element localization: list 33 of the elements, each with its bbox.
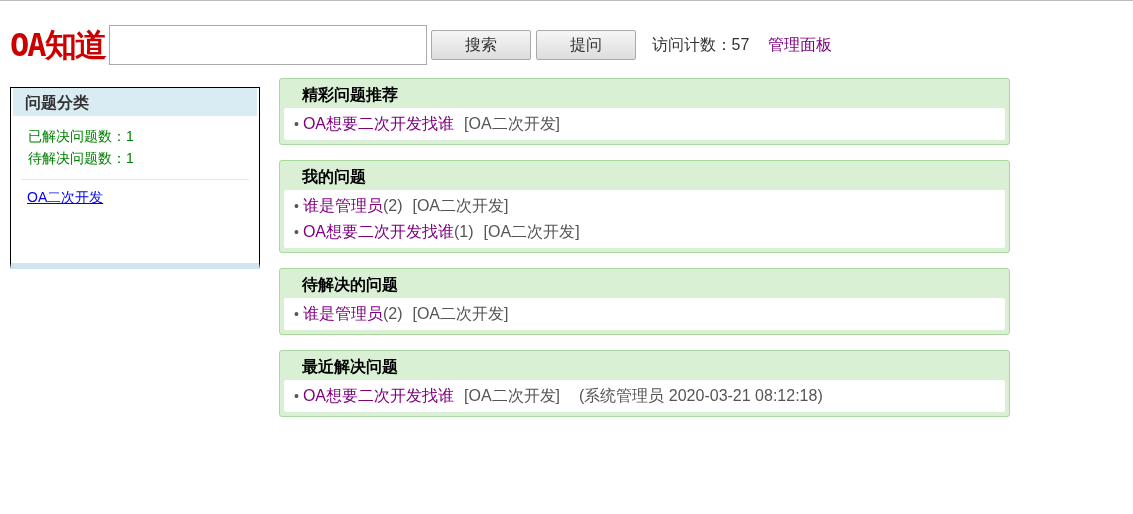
question-link[interactable]: 谁是管理员 (302, 303, 383, 325)
panel-title: 最近解决问题 (301, 357, 399, 377)
site-logo: OA知道 (10, 29, 105, 61)
category-tag: [OA二次开发] (483, 221, 580, 243)
bullet-mark: • (294, 197, 299, 216)
category-tag: [OA二次开发] (464, 385, 561, 407)
question-link[interactable]: 谁是管理员 (302, 195, 383, 217)
admin-panel-link[interactable]: 管理面板 (768, 33, 833, 57)
question-link[interactable]: OA想要二次开发找谁 (302, 113, 455, 135)
bullet-mark: • (294, 223, 299, 242)
panel-title: 精彩问题推荐 (301, 85, 399, 105)
visit-count: 访问计数：57 (651, 35, 750, 55)
answer-count: (2) (382, 304, 403, 324)
bullet-mark: • (294, 387, 299, 406)
answer-count: (1) (454, 222, 474, 242)
stat-text: 已解决问题数：1 (28, 127, 135, 146)
bullet-mark: • (294, 115, 299, 134)
panel-title: 我的问题 (301, 167, 367, 187)
category-tag: [OA二次开发] (464, 113, 561, 135)
answer-count: (2) (382, 196, 403, 216)
category-tag: [OA二次开发] (412, 195, 509, 217)
action-button[interactable]: 搜索 (430, 30, 531, 60)
question-link[interactable]: OA想要二次开发找谁 (302, 385, 455, 407)
panel-title: 待解决的问题 (301, 275, 399, 295)
category-tag: [OA二次开发] (412, 303, 509, 325)
stat-text: 待解决问题数：1 (28, 149, 135, 168)
solved-info: (系统管理员 2020-03-21 08:12:18) (579, 386, 823, 406)
action-button[interactable]: 提问 (535, 30, 636, 60)
question-link[interactable]: OA想要二次开发找谁 (302, 221, 455, 243)
panel-title: 问题分类 (13, 88, 257, 116)
search-field[interactable] (108, 25, 427, 65)
bullet-mark: • (294, 305, 299, 324)
category-link[interactable]: OA二次开发 (27, 187, 104, 208)
